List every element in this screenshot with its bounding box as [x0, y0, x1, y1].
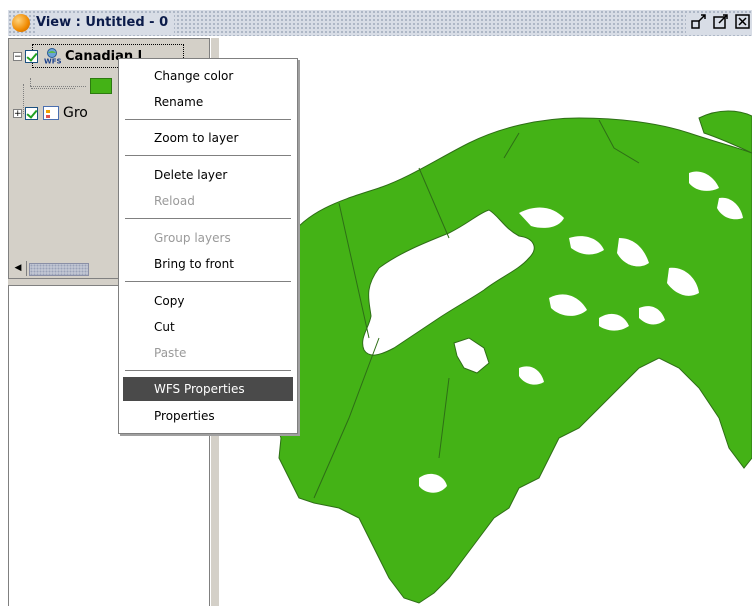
menu-separator [125, 281, 291, 283]
group-layer-icon [43, 106, 59, 120]
menu-item-paste[interactable]: Paste [123, 341, 293, 365]
menu-item-bring-to-front[interactable]: Bring to front [123, 252, 293, 276]
globe-icon [12, 14, 30, 32]
layer-row-group[interactable]: + Gro [13, 105, 88, 121]
layer-checkbox[interactable] [25, 49, 38, 63]
menu-item-change-color[interactable]: Change color [123, 64, 293, 88]
wfs-layer-icon: WFS [43, 48, 62, 66]
window-controls [686, 13, 752, 33]
legend-color-swatch [90, 78, 112, 94]
close-icon[interactable] [734, 13, 752, 31]
menu-item-copy[interactable]: Copy [123, 289, 293, 313]
svg-text:WFS: WFS [44, 58, 61, 65]
map-view[interactable] [219, 38, 752, 606]
island-gap [334, 533, 361, 552]
menu-item-zoom-to-layer[interactable]: Zoom to layer [123, 126, 293, 150]
menu-item-reload[interactable]: Reload [123, 189, 293, 213]
menu-separator [125, 155, 291, 157]
menu-item-properties[interactable]: Properties [123, 404, 293, 428]
menu-separator [125, 218, 291, 220]
menu-item-delete-layer[interactable]: Delete layer [123, 163, 293, 187]
context-menu: Change color Rename Zoom to layer Delete… [118, 58, 298, 434]
tree-line [30, 78, 31, 86]
layer-checkbox[interactable] [25, 106, 38, 120]
menu-separator [125, 119, 291, 121]
menu-separator [125, 370, 291, 372]
tree-line [31, 88, 75, 89]
window-title: View : Untitled - 0 [36, 13, 175, 33]
expand-icon[interactable]: + [13, 108, 22, 118]
tree-line [30, 86, 86, 87]
landmass-shape [268, 117, 752, 604]
scroll-left-arrow-icon[interactable]: ◀ [10, 261, 27, 276]
scroll-thumb[interactable] [29, 263, 89, 276]
menu-item-wfs-properties[interactable]: WFS Properties [123, 377, 293, 401]
menu-item-rename[interactable]: Rename [123, 90, 293, 114]
minimize-icon[interactable] [690, 13, 708, 31]
menu-item-cut[interactable]: Cut [123, 315, 293, 339]
maximize-icon[interactable] [712, 13, 730, 31]
title-bar: View : Untitled - 0 [0, 0, 752, 36]
legend-item [90, 78, 112, 94]
menu-item-group-layers[interactable]: Group layers [123, 226, 293, 250]
map-canvas [268, 110, 752, 604]
layer-label[interactable]: Gro [63, 105, 88, 121]
collapse-icon[interactable]: − [13, 51, 22, 61]
